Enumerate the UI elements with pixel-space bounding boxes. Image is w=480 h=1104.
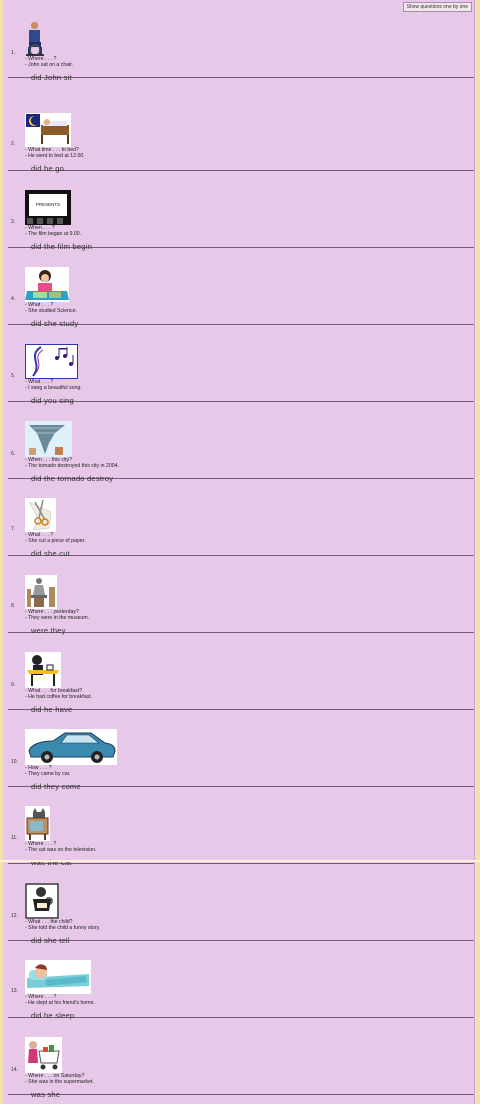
question-item: 8. - Where . . . yesterday? - They were in… (8, 555, 474, 635)
question-text: - Where . . . yesterday? - They were in t… (25, 609, 89, 621)
question-number: 9. (11, 682, 16, 688)
question-text: - What . . . ? - I sang a beautiful song. (25, 379, 82, 391)
question-number: 11. (11, 835, 18, 841)
blue-car-icon (25, 729, 117, 765)
question-number: 5. (11, 373, 16, 379)
shopping-cart-icon (25, 1037, 62, 1073)
answer-text: was she (31, 1090, 61, 1099)
question-text: - What time . . . to bed? - He went to be… (25, 147, 85, 159)
frame-separator (0, 860, 480, 862)
question-answer-sentence: - He had coffee for breakfast. (25, 694, 93, 701)
question-item: 7. - What . . . ? - She cut a piece of pap… (8, 478, 474, 558)
question-item: 5. - What . . . ? - I sang a beautiful son… (8, 324, 474, 405)
question-number: 13. (11, 988, 18, 994)
question-number: 10. (11, 759, 18, 765)
question-text: - What . . . ? - She cut a piece of paper… (25, 532, 86, 544)
question-text: - Where . . . on Saturday? - She was in t… (25, 1073, 94, 1085)
girl-studying-icon (25, 267, 69, 302)
question-text: - What . . . ? - She studied Science. (25, 302, 77, 314)
question-answer-sentence: - He slept at his friend's home. (25, 1000, 95, 1007)
page-frame-right (474, 0, 480, 1104)
question-answer-sentence: - John sat on a chair. (25, 62, 74, 69)
question-number: 8. (11, 603, 16, 609)
question-answer-sentence: - She told the child a funny story. (25, 925, 101, 932)
question-number: 1. (11, 50, 16, 56)
question-text: - When . . . this city? - The tornado des… (25, 457, 119, 469)
question-number: 12. (11, 913, 18, 919)
reading-story-icon (25, 883, 59, 919)
question-item: 10. - How . . . ? - They came by car. did t… (8, 709, 474, 791)
question-answer-sentence: - He went to bed at 12.00. (25, 153, 85, 160)
music-notes-icon (25, 344, 78, 379)
question-text: - Where . . . ? - John sat on a chair. (25, 56, 73, 68)
man-sitting-chair-icon (25, 20, 45, 56)
question-item: 6. - When . . . this city? - The tornado d… (8, 401, 474, 483)
question-item: 12. - What . . . the child? - She told the… (8, 863, 474, 945)
question-answer-sentence: - They were in the museum. (25, 615, 90, 622)
scissors-paper-icon (25, 498, 56, 532)
question-number: 3. (11, 219, 16, 225)
tornado-icon (25, 421, 72, 457)
question-number: 14. (11, 1067, 18, 1073)
breakfast-table-icon (25, 652, 61, 688)
question-answer-sentence: - The film began at 9.00. (25, 231, 82, 238)
question-answer-sentence: - She was in the supermarket. (25, 1079, 94, 1086)
question-item: 14. - Where . . . on Saturday? - She was i… (8, 1017, 474, 1099)
question-number: 4. (11, 296, 16, 302)
question-text: - What . . . the child? - She told the ch… (25, 919, 100, 931)
question-item: 13. - Where . . . ? - He slept at his frie… (8, 940, 474, 1020)
question-text: - When . . . ? - The film began at 9.00. (25, 225, 81, 237)
question-text: - How . . . ? - They came by car. (25, 765, 70, 777)
question-item: 11. - Where . . . ? - The cat was on the t… (8, 786, 474, 867)
question-answer-sentence: - The cat was on the television. (25, 847, 97, 854)
question-number: 2. (11, 141, 16, 147)
question-item: 9. - What . . . for breakfast? - He had co… (8, 632, 474, 714)
question-text: - What . . . for breakfast? - He had coff… (25, 688, 92, 700)
svg-text:PRESENTS: PRESENTS (36, 202, 60, 207)
bed-moon-icon (25, 113, 71, 147)
question-text: - Where . . . ? - He slept at his friend'… (25, 994, 95, 1006)
question-answer-sentence: - She cut a piece of paper. (25, 538, 86, 545)
question-number: 6. (11, 451, 16, 457)
cinema-presents-icon: PRESENTS (25, 190, 71, 225)
question-answer-sentence: - The tornado destroyed this city in 200… (25, 463, 119, 470)
question-item: 4. - What . . . ? - She studied Science. di… (8, 247, 474, 328)
museum-statue-icon (25, 575, 57, 609)
question-item: 2. - What time . . . to bed? - He went to … (8, 93, 474, 173)
question-answer-sentence: - They came by car. (25, 771, 71, 778)
question-item: PRESENTS 3. - When . . . ? - The film bega… (8, 170, 474, 251)
question-answer-sentence: - I sang a beautiful song. (25, 385, 82, 392)
question-answer-sentence: - She studied Science. (25, 308, 77, 315)
page-frame-left (0, 0, 3, 1104)
question-item: 1. - Where . . . ? - John sat on a chair. d… (8, 0, 474, 82)
answer-text: did John sit (31, 73, 72, 82)
question-number: 7. (11, 526, 16, 532)
question-text: - Where . . . ? - The cat was on the tele… (25, 841, 96, 853)
sleeping-person-icon (25, 960, 91, 994)
cat-on-television-icon (25, 806, 50, 841)
